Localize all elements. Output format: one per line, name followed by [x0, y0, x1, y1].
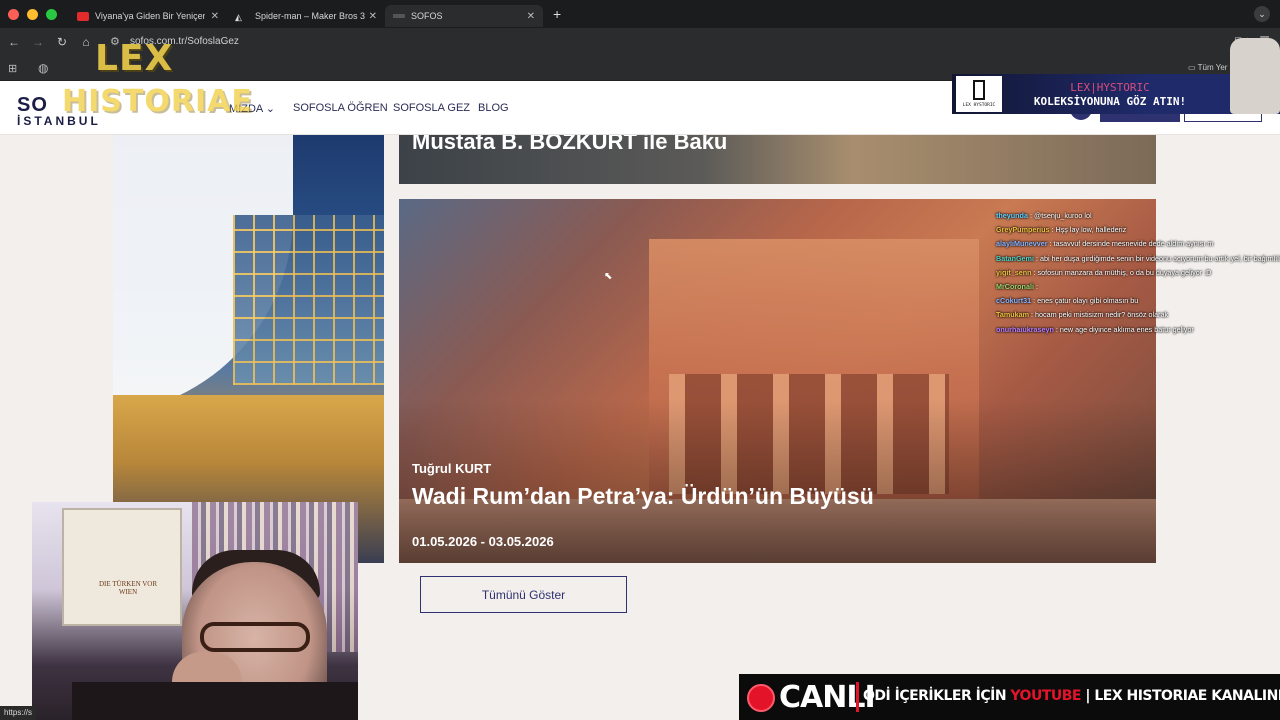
chat-text: : new age diyince aklıma enes batur geli… [1055, 324, 1194, 334]
chat-username[interactable]: onurhaiukraseyn [996, 325, 1054, 334]
tab-strip: Viyana'ya Giden Bir Yeniçeri ( ✕ ◭ Spide… [0, 0, 1280, 28]
close-window-button[interactable] [8, 8, 19, 20]
mouse-cursor-icon: ⬉ [604, 271, 613, 282]
poster-text: DIE TÜRKEN VOR WIEN [98, 580, 158, 596]
tour-title: Wadi Rum’dan Petra’ya: Ürdün’ün Büyüsü [412, 483, 874, 509]
tab-title: Viyana'ya Giden Bir Yeniçeri ( [95, 11, 205, 21]
sofos-favicon-icon [393, 14, 405, 18]
maximize-window-button[interactable] [46, 8, 57, 20]
chat-username[interactable]: MrCoronali [996, 282, 1034, 291]
chat-username[interactable]: cCokurt31 [996, 296, 1031, 305]
chat-username[interactable]: BatanGemi [996, 254, 1034, 263]
all-bookmarks-label: Tüm Yer [1197, 63, 1228, 72]
live-label: CANLI [779, 680, 876, 715]
chat-message: MrCoronali : [996, 280, 1280, 294]
chat-username[interactable]: GreyPumperius [996, 225, 1050, 234]
chat-text: : Hşş lay low, hallederiz [1051, 225, 1127, 235]
tour-card-baku[interactable]: Mustafa B. BOZKURT ile Baku [399, 135, 1156, 184]
chevron-down-icon: ⌄ [265, 103, 275, 115]
ticker-youtube: YOUTUBE [1010, 688, 1081, 704]
tab-youtube[interactable]: Viyana'ya Giden Bir Yeniçeri ( ✕ [69, 5, 227, 27]
lex-overlay-title: LEX [95, 38, 174, 79]
nav-item-sofosla-ogren[interactable]: SOFOSLA ÖĞREN [293, 102, 388, 114]
globe-icon[interactable]: ◍ [38, 61, 48, 75]
chat-text: : tasavvuf dersinde mesnevide dede aldım… [1049, 239, 1214, 249]
window-controls [8, 8, 57, 20]
live-ticker-banner: CANLI ODİ İÇERİKLER İÇİN YOUTUBE | LEX H… [739, 674, 1280, 720]
chat-message: theyunda : @tsenju_kuroo lol [996, 209, 1280, 223]
tour-title: Mustafa B. BOZKURT ile Baku [412, 135, 728, 154]
chat-message: cCokurt31 : enes çatur olayı gibi olması… [996, 294, 1280, 308]
status-bar-url: https://s [0, 706, 37, 720]
collection-brand: LEX|HYSTORIC [1070, 81, 1150, 94]
ticker-suffix: | LEX HISTORIAE KANALINI TAKİP EDİNİZ. [1085, 688, 1280, 704]
minimize-window-button[interactable] [27, 8, 38, 20]
new-tab-button[interactable]: + [553, 6, 561, 22]
chat-username[interactable]: alayliMunevver [996, 239, 1048, 248]
youtube-icon [77, 11, 89, 21]
pillar-icon [973, 80, 985, 100]
nav-item-blog[interactable]: BLOG [478, 102, 509, 114]
back-icon[interactable]: ← [2, 35, 26, 49]
apps-grid-icon[interactable]: ⊞ [8, 62, 17, 75]
maker-bros-icon: ◭ [235, 11, 242, 22]
tab-title: SOFOS [411, 11, 443, 21]
chat-text: : hocam peki mistisizm nedir? önsöz olar… [1031, 310, 1169, 320]
ticker-divider [856, 682, 859, 712]
address-bar[interactable]: ⚙ sofos.com.tr/SofoslaGez ☆ [100, 31, 1253, 53]
streamer-shirt [72, 682, 358, 720]
logo-caption: LEX HYSTORIC [962, 103, 996, 108]
chat-message: onurhaiukraseyn : new age diyince aklıma… [996, 323, 1280, 337]
wall-poster: DIE TÜRKEN VOR WIEN [62, 508, 182, 626]
tshirt-icon [1230, 38, 1280, 114]
screen: Viyana'ya Giden Bir Yeniçeri ( ✕ ◭ Spide… [0, 0, 1280, 720]
nav-item-sofosla-gez[interactable]: SOFOSLA GEZ [393, 102, 470, 114]
chat-username[interactable]: yigit_senn [996, 268, 1032, 277]
browser-toolbar: ← → ↻ ⌂ ⚙ sofos.com.tr/SofoslaGez ☆ ⧉ ☰ [0, 28, 1280, 56]
tab-title: Spider-man – Maker Bros 3D [255, 11, 365, 21]
streamer-webcam: DIE TÜRKEN VOR WIEN [32, 502, 358, 720]
ticker-prefix: ODİ İÇERİKLER İÇİN [863, 688, 1011, 704]
chat-message: GreyPumperius : Hşş lay low, hallederiz [996, 223, 1280, 237]
chat-username[interactable]: theyunda [996, 211, 1028, 220]
chat-text: : @tsenju_kuroo lol [1029, 211, 1092, 220]
chat-text: : sofosun manzara da müthiş, o da bu duy… [1033, 267, 1212, 277]
close-tab-icon[interactable]: ✕ [527, 11, 535, 22]
chat-username[interactable]: Tamukam [996, 310, 1029, 319]
tab-sofos[interactable]: SOFOS ✕ [385, 5, 543, 27]
chat-message: BatanGemi : abi her duşa girdiğimde seni… [996, 252, 1280, 266]
chat-text: : abi her duşa girdiğimde senin bir vide… [1035, 253, 1280, 263]
historiae-overlay-title: HISTORIAE [62, 84, 253, 119]
live-record-icon [747, 684, 775, 712]
ticker-text: ODİ İÇERİKLER İÇİN YOUTUBE | LEX HISTORI… [863, 688, 1280, 704]
all-bookmarks-folder[interactable]: ▭ Tüm Yer [1188, 63, 1227, 72]
reload-icon[interactable]: ↻ [50, 35, 74, 49]
close-tab-icon[interactable]: ✕ [369, 11, 377, 22]
glass-facade [233, 215, 384, 385]
close-tab-icon[interactable]: ✕ [211, 11, 219, 22]
glasses-icon [200, 622, 310, 652]
stream-chat: theyunda : @tsenju_kuroo lol GreyPumperiu… [996, 209, 1280, 337]
tour-dates: 01.05.2026 - 03.05.2026 [412, 534, 554, 549]
tab-spiderman[interactable]: ◭ Spider-man – Maker Bros 3D ✕ [227, 5, 385, 27]
lex-hystoric-logo: LEX HYSTORIC [956, 76, 1002, 112]
chat-message: Tamukam : hocam peki mistisizm nedir? ön… [996, 308, 1280, 322]
collection-banner: LEX HYSTORIC LEX|HYSTORIC KOLEKSİYONUNA … [952, 38, 1280, 114]
chat-text: : enes çatur olayı gibi olmasın bu [1033, 296, 1139, 306]
show-all-button[interactable]: Tümünü Göster [420, 576, 627, 613]
baku-heydar-aliyev-image[interactable] [113, 135, 384, 563]
chat-message: alayliMunevver : tasavvuf dersinde mesne… [996, 237, 1280, 251]
chat-text: : [1035, 282, 1038, 292]
forward-icon[interactable]: → [26, 35, 50, 49]
tab-search-icon[interactable]: ⌄ [1254, 6, 1270, 22]
tour-author: Tuğrul KURT [412, 461, 492, 476]
chat-message: yigit_senn : sofosun manzara da müthiş, … [996, 266, 1280, 280]
collection-cta: KOLEKSİYONUNA GÖZ ATIN! [1033, 95, 1187, 108]
